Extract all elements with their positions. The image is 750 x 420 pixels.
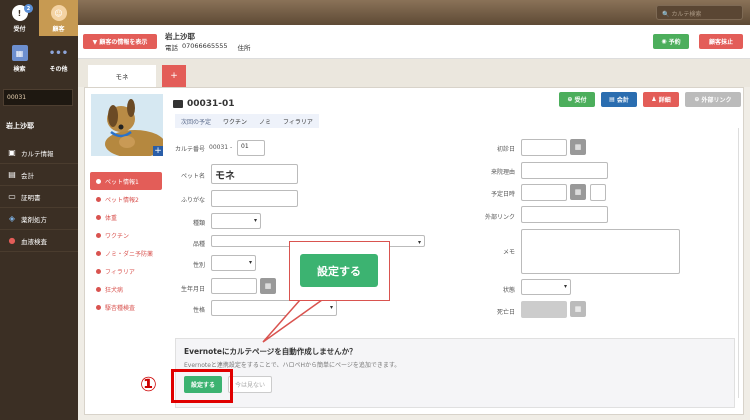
highlight-box — [171, 369, 233, 403]
callout-pointer — [262, 299, 325, 343]
callout-box: 設定する — [289, 241, 390, 301]
callout-setup-label: 設定する — [300, 254, 378, 287]
step-marker: ① — [140, 372, 157, 396]
